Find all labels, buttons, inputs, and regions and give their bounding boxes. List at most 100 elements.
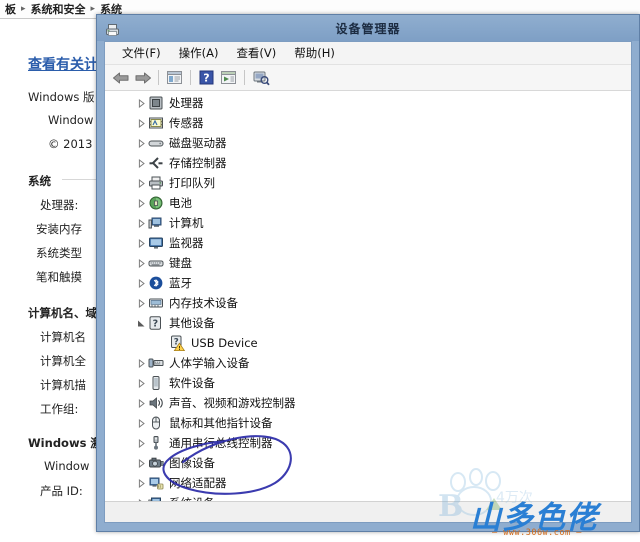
status-bar	[105, 501, 631, 522]
scan-for-hardware-changes-icon[interactable]	[250, 68, 271, 88]
device-tree-item[interactable]: 监视器	[135, 233, 204, 253]
device-tree-item[interactable]: 内存技术设备	[135, 293, 238, 313]
device-tree[interactable]: 处理器传感器磁盘驱动器存储控制器打印队列电池计算机监视器键盘蓝牙内存技术设备 ? 其…	[105, 91, 631, 501]
device-tree-item-label: 图像设备	[169, 456, 215, 470]
device-tree-item[interactable]: 软件设备	[135, 373, 215, 393]
expander-collapsed-icon[interactable]	[135, 413, 148, 433]
expander-collapsed-icon[interactable]	[135, 493, 148, 501]
expander-collapsed-icon[interactable]	[135, 213, 148, 233]
device-tree-item-label: 监视器	[169, 236, 204, 250]
network-adapter-icon	[148, 475, 164, 491]
imaging-device-icon	[148, 455, 164, 471]
expander-collapsed-icon[interactable]	[135, 153, 148, 173]
menu-view[interactable]: 查看(V)	[227, 43, 285, 63]
forward-arrow-icon[interactable]	[132, 68, 153, 88]
menu-bar[interactable]: 文件(F) 操作(A) 查看(V) 帮助(H)	[105, 42, 631, 65]
device-tree-item[interactable]: 蓝牙	[135, 273, 192, 293]
device-tree-item[interactable]: 人体学输入设备	[135, 353, 250, 373]
expander-collapsed-icon[interactable]	[135, 473, 148, 493]
device-tree-item[interactable]: 打印队列	[135, 173, 215, 193]
menu-action[interactable]: 操作(A)	[170, 43, 228, 63]
expander-collapsed-icon[interactable]	[135, 113, 148, 133]
device-tree-item-label: 软件设备	[169, 376, 215, 390]
device-tree-item-label: USB Device	[191, 336, 258, 350]
device-tree-item-label: 键盘	[169, 256, 192, 270]
device-tree-item-label: 网络适配器	[169, 476, 227, 490]
expander-collapsed-icon[interactable]	[135, 273, 148, 293]
device-tree-item[interactable]: 图像设备	[135, 453, 215, 473]
mouse-icon	[148, 415, 164, 431]
hid-icon	[148, 355, 164, 371]
show-hidden-devices-icon[interactable]	[218, 68, 239, 88]
system-field-ram: 安装内存	[36, 222, 82, 236]
device-tree-item-label: 存储控制器	[169, 156, 227, 170]
device-tree-item[interactable]: 键盘	[135, 253, 192, 273]
help-icon[interactable]: ?	[196, 68, 217, 88]
device-manager-window[interactable]: 设备管理器 文件(F) 操作(A) 查看(V) 帮助(H) ? 处理器 传感器 …	[96, 14, 640, 532]
expander-collapsed-icon[interactable]	[135, 293, 148, 313]
device-tree-item-label: 内存技术设备	[169, 296, 238, 310]
device-tree-item[interactable]: 计算机	[135, 213, 204, 233]
svg-text:?: ?	[203, 72, 209, 85]
device-tree-item[interactable]: 通用串行总线控制器	[135, 433, 273, 453]
keyboard-icon	[148, 255, 164, 271]
device-tree-item-label: 电池	[169, 196, 192, 210]
device-tree-item[interactable]: 传感器	[135, 113, 204, 133]
device-tree-item[interactable]: 电池	[135, 193, 192, 213]
device-tree-item[interactable]: 存储控制器	[135, 153, 227, 173]
system-field-processor: 处理器:	[40, 198, 79, 212]
device-tree-item[interactable]: 磁盘驱动器	[135, 133, 227, 153]
software-device-icon	[148, 375, 164, 391]
svg-text:?: ?	[153, 319, 159, 330]
other-devices-icon: ?	[148, 315, 164, 331]
windows-edition-value: Window	[48, 113, 94, 127]
expander-collapsed-icon[interactable]	[135, 193, 148, 213]
expander-collapsed-icon[interactable]	[135, 133, 148, 153]
device-tree-item[interactable]: 网络适配器	[135, 473, 227, 493]
expander-collapsed-icon[interactable]	[135, 453, 148, 473]
expander-collapsed-icon[interactable]	[135, 373, 148, 393]
expander-expanded-icon[interactable]	[135, 313, 148, 333]
monitor-icon	[148, 235, 164, 251]
sound-icon	[148, 395, 164, 411]
device-tree-item[interactable]: 系统设备	[135, 493, 215, 501]
device-tree-item-label: 传感器	[169, 116, 204, 130]
menu-help[interactable]: 帮助(H)	[285, 43, 344, 63]
device-tree-item-label: 通用串行总线控制器	[169, 436, 273, 450]
properties-icon[interactable]	[164, 68, 185, 88]
device-tree-item[interactable]: 鼠标和其他指针设备	[135, 413, 273, 433]
expander-collapsed-icon[interactable]	[135, 253, 148, 273]
device-tree-item-label: 磁盘驱动器	[169, 136, 227, 150]
back-arrow-icon[interactable]	[110, 68, 131, 88]
field-computer-fullname: 计算机全	[40, 354, 86, 368]
expander-collapsed-icon[interactable]	[135, 173, 148, 193]
device-tree-item[interactable]: ? USB Device	[157, 333, 258, 353]
breadcrumb-item-0[interactable]: 板	[2, 1, 19, 17]
toolbar[interactable]: ?	[105, 65, 631, 91]
device-tree-item[interactable]: ? 其他设备	[135, 313, 215, 333]
memory-device-icon	[148, 295, 164, 311]
menu-file[interactable]: 文件(F)	[113, 43, 170, 63]
usb-controller-icon	[148, 435, 164, 451]
toolbar-separator	[158, 70, 159, 85]
section-heading-computer-name: 计算机名、域	[28, 306, 97, 320]
computer-icon	[148, 215, 164, 231]
section-heading-activation: Windows 激	[28, 436, 102, 450]
sensor-icon	[148, 115, 164, 131]
device-tree-item[interactable]: 处理器	[135, 93, 204, 113]
bluetooth-icon	[148, 275, 164, 291]
breadcrumb-item-1[interactable]: 系统和安全	[28, 1, 89, 17]
expander-collapsed-icon[interactable]	[135, 433, 148, 453]
title-bar[interactable]: 设备管理器	[97, 15, 639, 41]
field-computer-description: 计算机描	[40, 378, 86, 392]
breadcrumb-separator-icon: ▸	[21, 4, 26, 14]
system-device-icon	[148, 495, 164, 501]
expander-collapsed-icon[interactable]	[135, 93, 148, 113]
expander-collapsed-icon[interactable]	[135, 233, 148, 253]
device-tree-item-label: 声音、视频和游戏控制器	[169, 396, 296, 410]
device-tree-item[interactable]: 声音、视频和游戏控制器	[135, 393, 296, 413]
expander-collapsed-icon[interactable]	[135, 393, 148, 413]
section-heading-system: 系统	[28, 174, 51, 188]
battery-icon	[148, 195, 164, 211]
expander-collapsed-icon[interactable]	[135, 353, 148, 373]
